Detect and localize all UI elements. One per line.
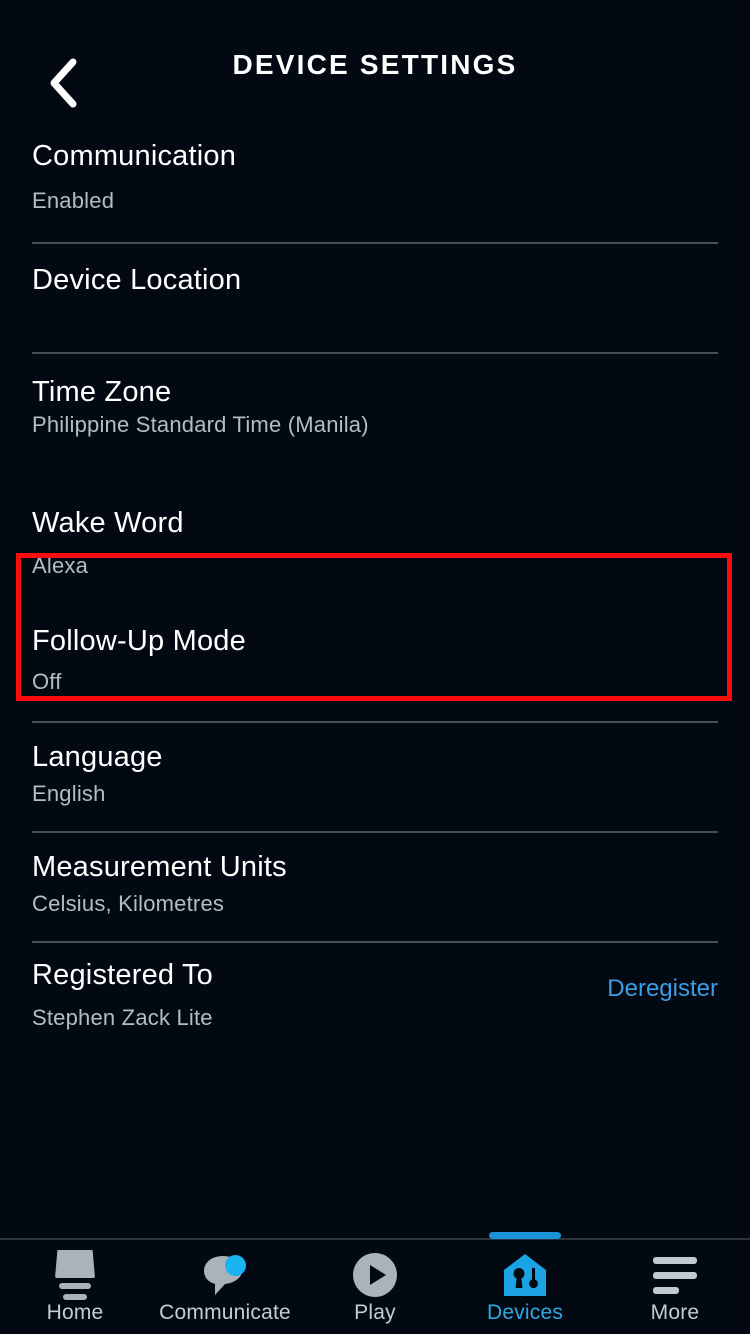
active-tab-indicator bbox=[489, 1232, 561, 1239]
notification-badge-dot bbox=[225, 1255, 246, 1276]
back-button[interactable] bbox=[30, 50, 96, 116]
nav-label: Play bbox=[354, 1301, 396, 1324]
row-title: Follow-Up Mode bbox=[32, 625, 246, 657]
nav-tab-communicate[interactable]: Communicate bbox=[150, 1240, 300, 1334]
nav-tab-devices[interactable]: Devices bbox=[450, 1232, 600, 1334]
row-title: Communication bbox=[32, 140, 237, 172]
setting-row-communication[interactable]: Communication Enabled bbox=[0, 130, 750, 242]
row-title: Wake Word bbox=[32, 507, 184, 539]
nav-tab-home[interactable]: Home bbox=[0, 1240, 150, 1334]
setting-row-follow-up-mode[interactable]: Follow-Up Mode Off bbox=[0, 611, 750, 721]
row-title: Device Location bbox=[32, 264, 242, 296]
row-subtitle: Off bbox=[32, 669, 62, 694]
nav-label: Devices bbox=[486, 1301, 564, 1324]
nav-label: Communicate bbox=[159, 1301, 291, 1324]
device-settings-screen: DEVICE SETTINGS Communication Enabled De… bbox=[0, 0, 750, 1334]
nav-label: More bbox=[650, 1301, 700, 1324]
setting-row-language[interactable]: Language English bbox=[0, 723, 750, 831]
row-subtitle: Enabled bbox=[32, 188, 115, 213]
setting-row-time-zone[interactable]: Time Zone Philippine Standard Time (Mani… bbox=[0, 354, 750, 459]
row-subtitle: Stephen Zack Lite bbox=[32, 1005, 213, 1030]
row-subtitle: Alexa bbox=[32, 553, 89, 578]
nav-tab-play[interactable]: Play bbox=[300, 1240, 450, 1334]
setting-row-wake-word[interactable]: Wake Word Alexa bbox=[0, 461, 750, 609]
deregister-link[interactable]: Deregister bbox=[607, 975, 718, 1003]
settings-list: Communication Enabled Device Location Ti… bbox=[0, 130, 750, 1030]
row-subtitle: Philippine Standard Time (Manila) bbox=[32, 412, 369, 437]
row-title: Registered To bbox=[32, 959, 214, 991]
setting-row-device-location[interactable]: Device Location bbox=[0, 244, 750, 352]
play-circle-icon bbox=[352, 1251, 398, 1299]
echo-device-icon bbox=[55, 1250, 95, 1300]
smart-home-icon bbox=[501, 1251, 549, 1299]
row-subtitle: Celsius, Kilometres bbox=[32, 891, 225, 916]
row-title: Language bbox=[32, 741, 163, 773]
row-title: Measurement Units bbox=[32, 851, 287, 883]
nav-tab-more[interactable]: More bbox=[600, 1240, 750, 1334]
setting-row-registered-to[interactable]: Registered To Stephen Zack Lite Deregist… bbox=[0, 943, 750, 1030]
nav-label: Home bbox=[46, 1301, 104, 1324]
bottom-navigation-bar: Home Communicate Play Devices More bbox=[0, 1232, 750, 1334]
row-title: Time Zone bbox=[32, 376, 172, 408]
row-subtitle: English bbox=[32, 781, 106, 806]
speech-bubble-icon bbox=[201, 1251, 249, 1299]
setting-row-measurement-units[interactable]: Measurement Units Celsius, Kilometres bbox=[0, 833, 750, 941]
chevron-left-icon bbox=[46, 57, 80, 109]
page-title: DEVICE SETTINGS bbox=[232, 49, 518, 80]
hamburger-icon bbox=[653, 1251, 697, 1299]
app-header: DEVICE SETTINGS bbox=[0, 0, 750, 130]
